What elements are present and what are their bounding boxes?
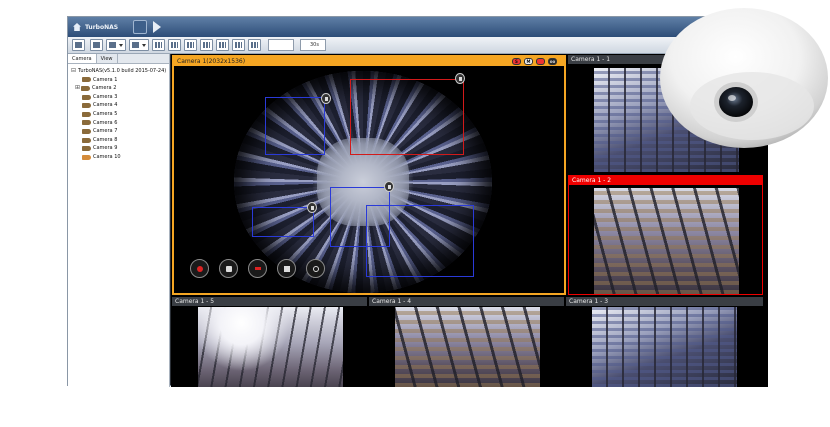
tree-root-label: TurboNAS(v5.1.0 build 2015-07-24) (78, 68, 167, 74)
collapse-icon[interactable]: ⊟ (71, 67, 76, 76)
tree-item-camera-8[interactable]: Camera 8 (71, 136, 166, 145)
camera-label: Camera 3 (93, 93, 118, 100)
layout-6-button[interactable] (168, 39, 181, 51)
camera-label: Camera 9 (93, 145, 118, 152)
layout-16-button[interactable] (232, 39, 245, 51)
pane-button-s[interactable]: S (512, 58, 521, 65)
camera-tree: ⊟ TurboNAS(v5.1.0 build 2015-07-24) Came… (68, 64, 169, 165)
camera-pane-1-2[interactable]: Camera 1 - 2 (568, 175, 763, 295)
camera-icon (81, 85, 90, 91)
video-feed (592, 307, 737, 387)
camera-label: Camera 2 (92, 85, 117, 92)
tree-item-camera-10[interactable]: Camera 10 (71, 153, 166, 162)
layout-8-button[interactable] (184, 39, 197, 51)
tree-item-camera-5[interactable]: Camera 5 (71, 110, 166, 119)
layout-custom-button[interactable] (248, 39, 261, 51)
home-icon (73, 23, 81, 31)
camera-label: Camera 5 (93, 110, 118, 117)
camera-pane-1-4[interactable]: Camera 1 - 4 (369, 297, 564, 387)
camera-icon (82, 154, 91, 160)
video-feed (198, 307, 343, 387)
play-icon[interactable] (153, 21, 161, 33)
fisheye-mode-icon[interactable] (536, 58, 545, 65)
pane-title: Camera 1(2032x1536) (174, 57, 564, 66)
layout-1-button[interactable] (90, 39, 103, 51)
settings-icon[interactable]: oo (548, 58, 557, 65)
fisheye-camera-icon (660, 8, 828, 148)
layout-4-button[interactable] (152, 39, 165, 51)
camera-icon (82, 77, 91, 83)
camera-pane-1-3[interactable]: Camera 1 - 3 (566, 297, 763, 387)
camera-label: Camera 7 (93, 128, 118, 135)
dewarp-region-box[interactable] (366, 205, 474, 277)
snapshot-icon[interactable] (219, 259, 238, 278)
layout-10-button[interactable] (216, 39, 229, 51)
tree-item-camera-7[interactable]: Camera 7 (71, 127, 166, 136)
tree-item-camera-2[interactable]: ⊞ Camera 2 (71, 84, 166, 93)
pane-title: Camera 1 - 5 (172, 297, 367, 306)
stop-icon[interactable] (248, 259, 267, 278)
pane-title: Camera 1 - 4 (369, 297, 564, 306)
camera-icon (82, 137, 91, 143)
tree-item-camera-3[interactable]: Camera 3 (71, 93, 166, 102)
sequence-select[interactable] (268, 39, 294, 51)
sequence-interval-select[interactable]: 30s (300, 39, 326, 51)
document-icon[interactable] (277, 259, 296, 278)
layout-switch-button[interactable] (133, 20, 147, 34)
pane-title: Camera 1 - 2 (569, 176, 762, 185)
trash-icon[interactable] (455, 73, 465, 84)
sidebar-tabs: Camera View (68, 54, 169, 64)
camera-icon (82, 128, 91, 134)
screen: TurboNAS 30s Camera View ⊟ TurboNAS(v5.1… (0, 0, 830, 427)
pane-title: Camera 1 - 3 (566, 297, 763, 306)
camera-icon (82, 120, 91, 126)
tree-root[interactable]: ⊟ TurboNAS(v5.1.0 build 2015-07-24) (71, 67, 166, 76)
dewarp-region-box[interactable] (252, 207, 314, 237)
record-icon[interactable] (190, 259, 209, 278)
camera-pane-main[interactable]: Camera 1(2032x1536) S M oo (172, 55, 566, 295)
tree-item-camera-4[interactable]: Camera 4 (71, 101, 166, 110)
tab-view[interactable]: View (97, 54, 118, 63)
trash-icon[interactable] (307, 202, 317, 213)
camera-icon (82, 103, 91, 109)
camera-label: Camera 8 (93, 136, 118, 143)
tree-item-camera-9[interactable]: Camera 9 (71, 144, 166, 153)
tree-item-camera-6[interactable]: Camera 6 (71, 119, 166, 128)
dewarp-region-box[interactable] (265, 97, 325, 155)
camera-icon (82, 111, 91, 117)
camera-sidebar: Camera View ⊟ TurboNAS(v5.1.0 build 2015… (68, 54, 170, 387)
trash-icon[interactable] (321, 93, 331, 104)
video-feed (594, 188, 739, 294)
interval-value: 30s (310, 42, 319, 48)
video-feed (395, 307, 540, 387)
camera-label: Camera 6 (93, 119, 118, 126)
layout-menu-2-button[interactable] (129, 39, 149, 51)
tab-camera[interactable]: Camera (68, 54, 97, 63)
layout-menu-button[interactable] (106, 39, 126, 51)
dewarp-region-box[interactable] (350, 79, 464, 155)
fullscreen-button[interactable] (72, 39, 85, 51)
ptz-icon[interactable] (306, 259, 325, 278)
layout-9-button[interactable] (200, 39, 213, 51)
camera-icon (82, 94, 91, 100)
pane-button-m[interactable]: M (524, 58, 533, 65)
tree-item-camera-1[interactable]: Camera 1 (71, 76, 166, 85)
camera-label: Camera 10 (93, 153, 121, 160)
window-title: TurboNAS (85, 23, 119, 31)
camera-label: Camera 1 (93, 76, 118, 83)
camera-icon (82, 146, 91, 152)
camera-pane-1-5[interactable]: Camera 1 - 5 (172, 297, 367, 387)
camera-label: Camera 4 (93, 102, 118, 109)
trash-icon[interactable] (384, 181, 394, 192)
